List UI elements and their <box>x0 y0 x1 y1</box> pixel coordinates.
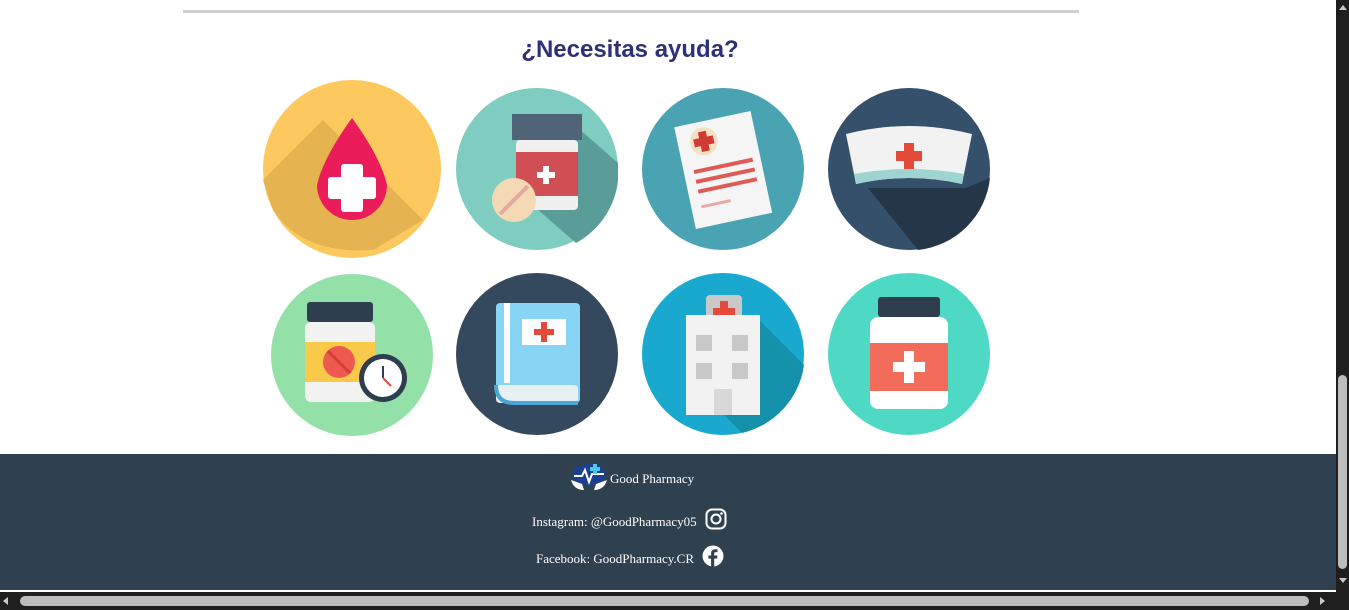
instagram-link[interactable]: Instagram: @GoodPharmacy05 <box>532 508 727 535</box>
scrollbar-corner <box>1336 592 1349 610</box>
nurse-cap-icon[interactable] <box>828 88 990 250</box>
prescription-icon[interactable] <box>642 88 804 250</box>
medicine-schedule-icon[interactable] <box>271 274 433 436</box>
instagram-icon <box>705 508 727 535</box>
facebook-label: Facebook: GoodPharmacy.CR <box>536 550 695 566</box>
facebook-link[interactable]: Facebook: GoodPharmacy.CR <box>536 545 724 572</box>
help-title: ¿Necesitas ayuda? <box>521 36 739 63</box>
pill-bottle-icon[interactable] <box>456 88 618 250</box>
scroll-right-icon[interactable] <box>1320 597 1325 605</box>
vertical-scroll-thumb[interactable] <box>1338 375 1347 569</box>
medicine-jar-icon[interactable] <box>828 273 990 435</box>
brand-name: Good Pharmacy <box>610 471 695 486</box>
medical-book-icon[interactable] <box>456 273 618 435</box>
horizontal-scroll-thumb[interactable] <box>20 596 1309 606</box>
scroll-up-icon[interactable] <box>1339 5 1347 10</box>
facebook-icon <box>702 545 724 572</box>
divider <box>183 10 1079 13</box>
brand[interactable]: Good Pharmacy <box>570 462 695 497</box>
hospital-icon[interactable] <box>642 273 804 435</box>
instagram-label: Instagram: @GoodPharmacy05 <box>532 513 697 529</box>
scroll-left-icon[interactable] <box>3 597 8 605</box>
blood-drop-icon[interactable] <box>263 80 441 258</box>
scroll-down-icon[interactable] <box>1339 578 1347 583</box>
pharmacy-logo-icon <box>570 462 608 497</box>
